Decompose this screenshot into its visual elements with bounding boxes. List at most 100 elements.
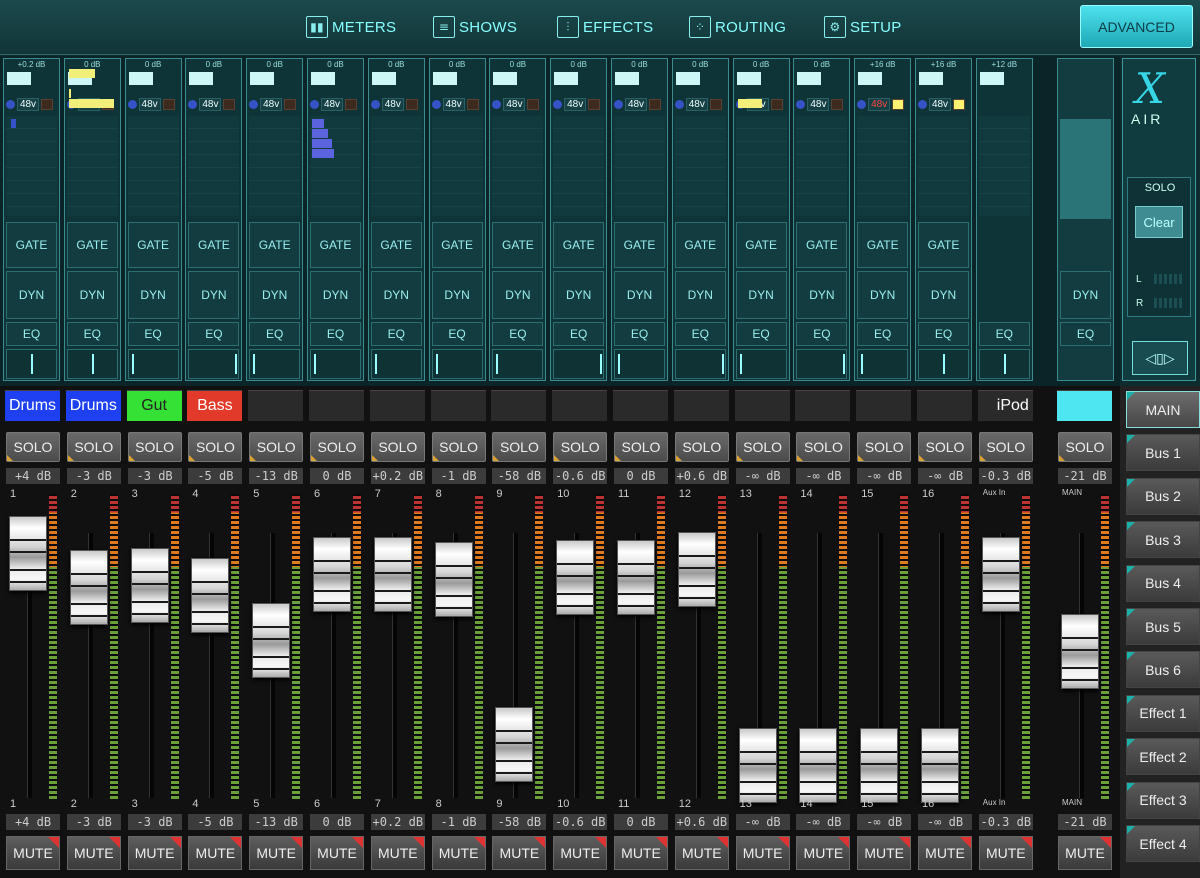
view-toggle-button[interactable]: ◁▯▷ <box>1132 341 1188 375</box>
gate-button[interactable]: GATE <box>614 222 665 268</box>
mute-button[interactable]: MUTE <box>674 836 729 870</box>
link-icon[interactable] <box>162 99 175 110</box>
eq-graph[interactable] <box>978 116 1030 216</box>
solo-button[interactable]: SOLO <box>978 432 1033 462</box>
channel-name[interactable] <box>917 390 972 421</box>
fader-knob[interactable] <box>495 707 534 782</box>
gate-button[interactable]: GATE <box>188 222 240 268</box>
gate-button[interactable]: GATE <box>249 222 301 268</box>
pan-control[interactable] <box>370 349 422 379</box>
dynamics-button[interactable]: DYN <box>918 271 969 319</box>
eq-button[interactable]: EQ <box>431 322 483 346</box>
phantom-power-toggle[interactable]: 48v <box>321 98 343 111</box>
link-icon[interactable] <box>466 99 479 110</box>
link-icon[interactable] <box>284 99 297 110</box>
bus-button[interactable]: MAIN <box>1126 391 1200 428</box>
bus-button[interactable]: Bus 5 <box>1126 608 1200 645</box>
effects-tab[interactable]: ⫶ EFFECTS <box>557 14 653 40</box>
gate-button[interactable]: GATE <box>127 222 179 268</box>
phantom-power-toggle[interactable]: 48v <box>138 98 161 111</box>
link-icon[interactable] <box>953 99 965 110</box>
eq-button[interactable]: EQ <box>857 322 909 346</box>
fader-knob[interactable] <box>799 728 838 803</box>
meters-tab[interactable]: ▮▮ METERS <box>306 14 396 40</box>
bus-button[interactable]: Effect 4 <box>1126 825 1200 862</box>
solo-button[interactable]: SOLO <box>796 432 851 462</box>
mute-button[interactable]: MUTE <box>614 836 668 870</box>
mute-button[interactable]: MUTE <box>249 836 304 870</box>
bus-button[interactable]: Effect 3 <box>1126 781 1200 819</box>
link-icon[interactable] <box>41 99 53 110</box>
eq-button[interactable]: EQ <box>492 322 544 346</box>
eq-button[interactable]: EQ <box>66 322 118 346</box>
shows-tab[interactable]: ≡ SHOWS <box>433 14 517 40</box>
eq-button[interactable]: EQ <box>370 322 422 346</box>
pan-control[interactable] <box>918 349 969 379</box>
channel-name[interactable] <box>430 390 486 421</box>
fader-knob[interactable] <box>677 532 716 607</box>
pan-control[interactable] <box>978 349 1030 379</box>
setup-tab[interactable]: ⚙ SETUP <box>824 14 902 40</box>
bus-button[interactable]: Bus 6 <box>1126 651 1200 689</box>
fader-knob[interactable] <box>921 728 959 803</box>
clear-solo-button[interactable]: Clear <box>1135 206 1183 238</box>
dynamics-button[interactable]: DYN <box>127 271 179 319</box>
eq-button[interactable]: EQ <box>188 322 240 346</box>
dynamics-button[interactable]: DYN <box>857 271 909 319</box>
dynamics-button[interactable]: DYN <box>188 271 240 319</box>
dynamics-button[interactable]: DYN <box>674 271 726 319</box>
channel-name[interactable]: Gut <box>126 390 182 421</box>
eq-graph[interactable] <box>857 116 909 216</box>
channel-name[interactable] <box>795 390 851 421</box>
eq-graph[interactable] <box>796 116 848 216</box>
pan-control[interactable] <box>127 349 179 379</box>
eq-button[interactable]: EQ <box>674 322 726 346</box>
pan-control[interactable] <box>6 349 57 379</box>
eq-graph[interactable] <box>674 116 726 216</box>
eq-graph[interactable] <box>553 116 605 216</box>
fader-knob[interactable] <box>860 728 899 803</box>
channel-name[interactable] <box>248 390 304 421</box>
pan-control[interactable] <box>188 349 240 379</box>
pan-control[interactable] <box>614 349 665 379</box>
phantom-power-toggle[interactable]: 48v <box>381 98 404 111</box>
pan-control[interactable] <box>674 349 726 379</box>
gate-button[interactable]: GATE <box>918 222 969 268</box>
solo-button[interactable]: SOLO <box>674 432 729 462</box>
channel-name[interactable] <box>491 390 547 421</box>
pan-control[interactable] <box>492 349 544 379</box>
fader-knob[interactable] <box>434 542 473 617</box>
gate-button[interactable]: GATE <box>857 222 909 268</box>
eq-button[interactable]: EQ <box>6 322 57 346</box>
channel-name[interactable]: Drums <box>65 390 121 421</box>
mute-button[interactable]: MUTE <box>188 836 243 870</box>
mute-button[interactable]: MUTE <box>1058 836 1112 870</box>
fader-knob[interactable] <box>9 516 47 591</box>
channel-name[interactable] <box>613 390 668 421</box>
channel-name[interactable]: Bass <box>187 390 243 421</box>
routing-tab[interactable]: ⁘ ROUTING <box>689 14 786 40</box>
solo-button[interactable]: SOLO <box>553 432 608 462</box>
phantom-power-toggle[interactable]: 48v <box>17 98 39 111</box>
solo-button[interactable]: SOLO <box>370 432 425 462</box>
mute-button[interactable]: MUTE <box>857 836 912 870</box>
eq-graph[interactable] <box>431 116 483 216</box>
mute-button[interactable]: MUTE <box>127 836 182 870</box>
eq-graph[interactable] <box>127 116 179 216</box>
link-icon[interactable] <box>223 99 236 110</box>
fader-knob[interactable] <box>313 537 351 612</box>
bus-button[interactable]: Bus 3 <box>1126 521 1200 559</box>
dynamics-button[interactable]: DYN <box>66 271 118 319</box>
eq-button[interactable]: EQ <box>127 322 179 346</box>
solo-button[interactable]: SOLO <box>188 432 243 462</box>
mute-button[interactable]: MUTE <box>492 836 547 870</box>
bus-button[interactable]: Effect 2 <box>1126 738 1200 776</box>
eq-button[interactable]: EQ <box>249 322 301 346</box>
eq-graph[interactable] <box>492 116 544 216</box>
phantom-power-toggle[interactable]: 48v <box>260 98 283 111</box>
solo-button[interactable]: SOLO <box>1058 432 1112 462</box>
gate-button[interactable]: GATE <box>310 222 361 268</box>
fader-knob[interactable] <box>981 537 1020 612</box>
dynamics-button[interactable]: DYN <box>6 271 57 319</box>
solo-button[interactable]: SOLO <box>6 432 60 462</box>
